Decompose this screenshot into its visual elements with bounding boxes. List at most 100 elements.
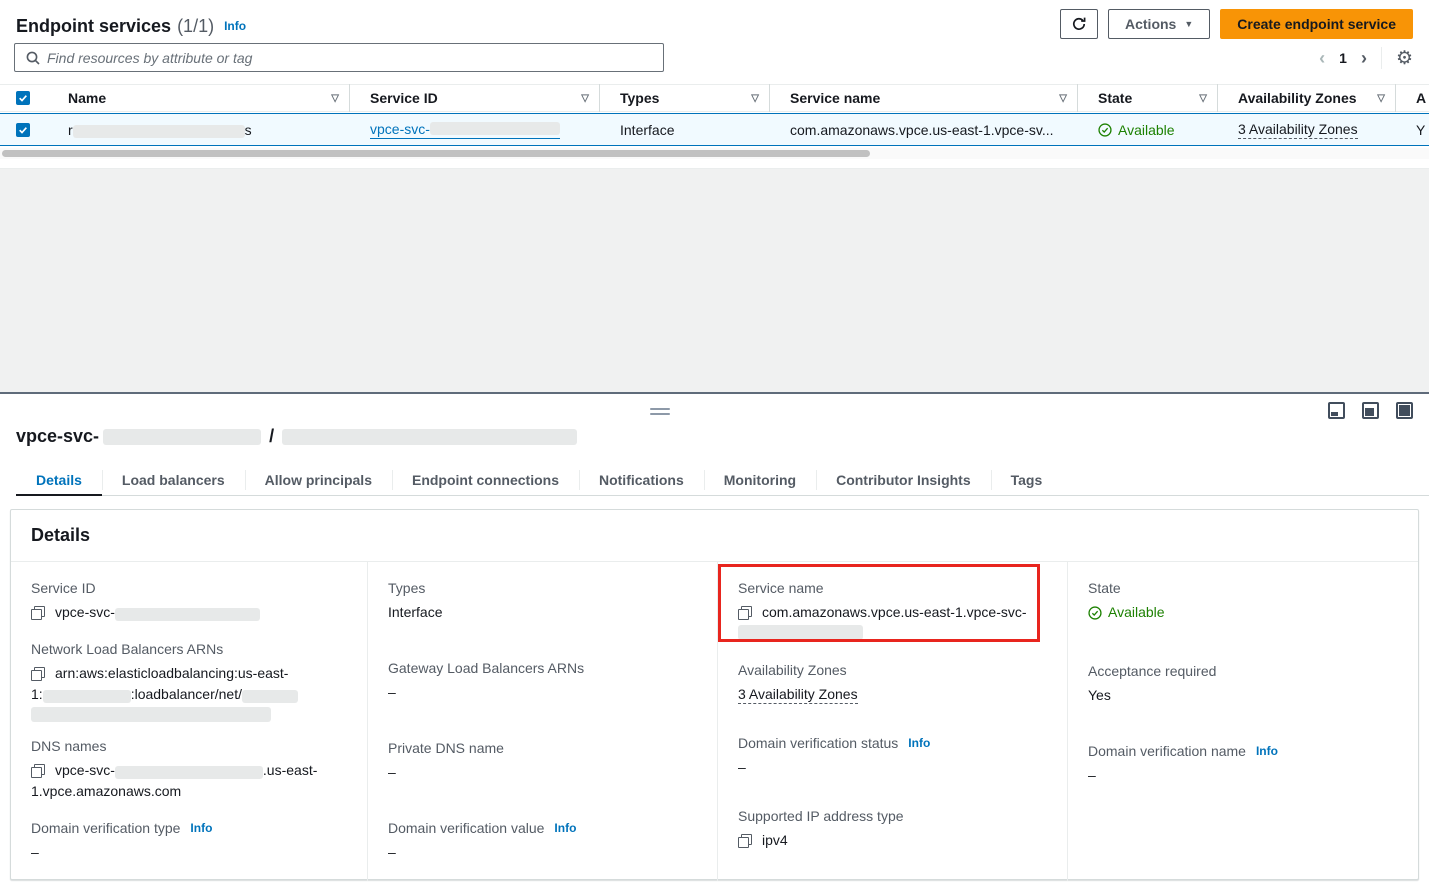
check-circle-icon xyxy=(1088,606,1102,620)
split-panel: vpce-svc- / Details Load balancers Allow… xyxy=(0,394,1429,886)
info-link[interactable]: Info xyxy=(190,821,212,835)
horizontal-scrollbar-thumb[interactable] xyxy=(2,150,870,157)
panel-size-controls xyxy=(1328,402,1413,419)
row-service-name-cell: com.amazonaws.vpce.us-east-1.vpce-sv... xyxy=(770,122,1078,138)
row-checkbox[interactable] xyxy=(16,123,30,137)
field-state: State Available xyxy=(1088,580,1398,626)
select-all-checkbox[interactable] xyxy=(16,91,30,105)
tab-notifications[interactable]: Notifications xyxy=(579,465,704,495)
gear-icon[interactable]: ⚙ xyxy=(1396,49,1413,68)
column-header-types[interactable]: Types ▽ xyxy=(600,84,770,112)
details-card-title: Details xyxy=(31,525,90,546)
row-service-id-cell: vpce-svc- xyxy=(350,121,600,139)
service-id-link[interactable]: vpce-svc- xyxy=(370,121,560,139)
copy-icon[interactable] xyxy=(31,667,45,681)
copy-icon[interactable] xyxy=(738,834,752,848)
copy-icon[interactable] xyxy=(31,764,45,778)
search-input[interactable] xyxy=(47,44,647,71)
redacted-text xyxy=(103,429,261,445)
toolbar-actions: Actions ▼ Create endpoint service xyxy=(1060,9,1413,39)
row-types-cell: Interface xyxy=(600,122,770,138)
redacted-text xyxy=(115,766,263,779)
refresh-button[interactable] xyxy=(1060,9,1098,39)
availability-zones-link[interactable]: 3 Availability Zones xyxy=(738,686,858,704)
column-header-service-name[interactable]: Service name ▽ xyxy=(770,84,1078,112)
tab-load-balancers[interactable]: Load balancers xyxy=(102,465,245,495)
field-types: Types Interface xyxy=(388,580,697,623)
tab-details[interactable]: Details xyxy=(16,465,102,495)
info-link[interactable]: Info xyxy=(224,19,246,33)
info-link[interactable]: Info xyxy=(1256,744,1278,758)
field-nlb-arns: Network Load Balancers ARNs arn:aws:elas… xyxy=(31,641,347,720)
empty-background xyxy=(0,169,1429,392)
field-dns-names: DNS names vpce-svc- .us-east- 1.vpce.ama… xyxy=(31,738,347,802)
panel-drag-handle[interactable] xyxy=(650,408,670,416)
panel-title: vpce-svc- / xyxy=(16,426,581,447)
sort-icon[interactable]: ▽ xyxy=(751,93,759,104)
table-row[interactable]: r s vpce-svc- Interface com.amazonaws.vp… xyxy=(0,113,1429,146)
current-page: 1 xyxy=(1339,50,1347,66)
field-availability-zones: Availability Zones 3 Availability Zones xyxy=(738,662,1047,705)
horizontal-scrollbar xyxy=(0,148,1429,159)
chevron-down-icon: ▼ xyxy=(1184,19,1193,29)
details-card-body: Service ID vpce-svc- Network Load Balanc… xyxy=(11,562,1418,880)
sort-icon[interactable]: ▽ xyxy=(1059,93,1067,104)
refresh-icon xyxy=(1071,16,1087,32)
field-domain-verification-name: Domain verification name Info – xyxy=(1088,743,1398,786)
search-box xyxy=(14,43,664,72)
copy-icon[interactable] xyxy=(31,606,45,620)
copy-icon[interactable] xyxy=(738,606,752,620)
tab-monitoring[interactable]: Monitoring xyxy=(704,465,816,495)
row-select-cell xyxy=(0,123,48,137)
tab-tags[interactable]: Tags xyxy=(991,465,1063,495)
next-page-button[interactable]: › xyxy=(1361,49,1367,67)
search-icon xyxy=(25,50,41,69)
column-header-state[interactable]: State ▽ xyxy=(1078,84,1218,112)
previous-page-button[interactable]: ‹ xyxy=(1319,49,1325,67)
sort-icon[interactable]: ▽ xyxy=(1199,93,1207,104)
page-title: Endpoint services xyxy=(16,16,171,37)
panel-size-large-icon[interactable] xyxy=(1396,402,1413,419)
details-card: Details Service ID vpce-svc- Network Loa… xyxy=(10,509,1419,880)
tab-bar: Details Load balancers Allow principals … xyxy=(16,465,1429,496)
create-endpoint-service-button[interactable]: Create endpoint service xyxy=(1220,9,1413,39)
redacted-text xyxy=(242,690,298,703)
panel-size-medium-icon[interactable] xyxy=(1362,402,1379,419)
search-row: ‹ 1 › ⚙ xyxy=(14,43,1413,73)
panel-size-small-icon[interactable] xyxy=(1328,402,1345,419)
select-all-cell xyxy=(0,91,48,105)
divider xyxy=(1381,47,1382,69)
column-header-service-id[interactable]: Service ID ▽ xyxy=(350,84,600,112)
row-state-cell: Available xyxy=(1078,122,1218,138)
details-column-2: Types Interface Gateway Load Balancers A… xyxy=(367,562,717,881)
column-header-truncated[interactable]: A xyxy=(1396,84,1429,112)
tab-contributor-insights[interactable]: Contributor Insights xyxy=(816,465,991,495)
actions-button[interactable]: Actions ▼ xyxy=(1108,9,1210,39)
field-glb-arns: Gateway Load Balancers ARNs – xyxy=(388,660,697,703)
column-header-name[interactable]: Name ▽ xyxy=(48,84,350,112)
sort-icon[interactable]: ▽ xyxy=(581,93,589,104)
details-column-1: Service ID vpce-svc- Network Load Balanc… xyxy=(11,562,367,881)
column-header-availability-zones[interactable]: Availability Zones ▽ xyxy=(1218,84,1396,112)
row-availability-zones-cell: 3 Availability Zones xyxy=(1218,121,1396,139)
info-link[interactable]: Info xyxy=(554,821,576,835)
top-toolbar: Endpoint services (1/1) Info Actions ▼ C… xyxy=(0,0,1429,84)
info-link[interactable]: Info xyxy=(908,736,930,750)
pagination: ‹ 1 › ⚙ xyxy=(1319,43,1413,73)
field-private-dns-name: Private DNS name – xyxy=(388,740,697,783)
details-card-header: Details xyxy=(11,510,1418,562)
redacted-text xyxy=(282,429,577,445)
field-service-id: Service ID vpce-svc- xyxy=(31,580,347,623)
tab-endpoint-connections[interactable]: Endpoint connections xyxy=(392,465,579,495)
actions-label: Actions xyxy=(1125,16,1176,32)
redacted-text xyxy=(115,608,260,621)
field-domain-verification-status: Domain verification status Info – xyxy=(738,735,1047,778)
sort-icon[interactable]: ▽ xyxy=(1377,93,1385,104)
field-domain-verification-value: Domain verification value Info – xyxy=(388,820,697,863)
redacted-text xyxy=(430,122,560,135)
availability-zones-link[interactable]: 3 Availability Zones xyxy=(1238,121,1358,139)
tab-allow-principals[interactable]: Allow principals xyxy=(245,465,392,495)
details-column-4: State Available Acceptance required xyxy=(1067,562,1418,881)
sort-icon[interactable]: ▽ xyxy=(331,93,339,104)
table-header: Name ▽ Service ID ▽ Types ▽ Service name… xyxy=(0,84,1429,112)
